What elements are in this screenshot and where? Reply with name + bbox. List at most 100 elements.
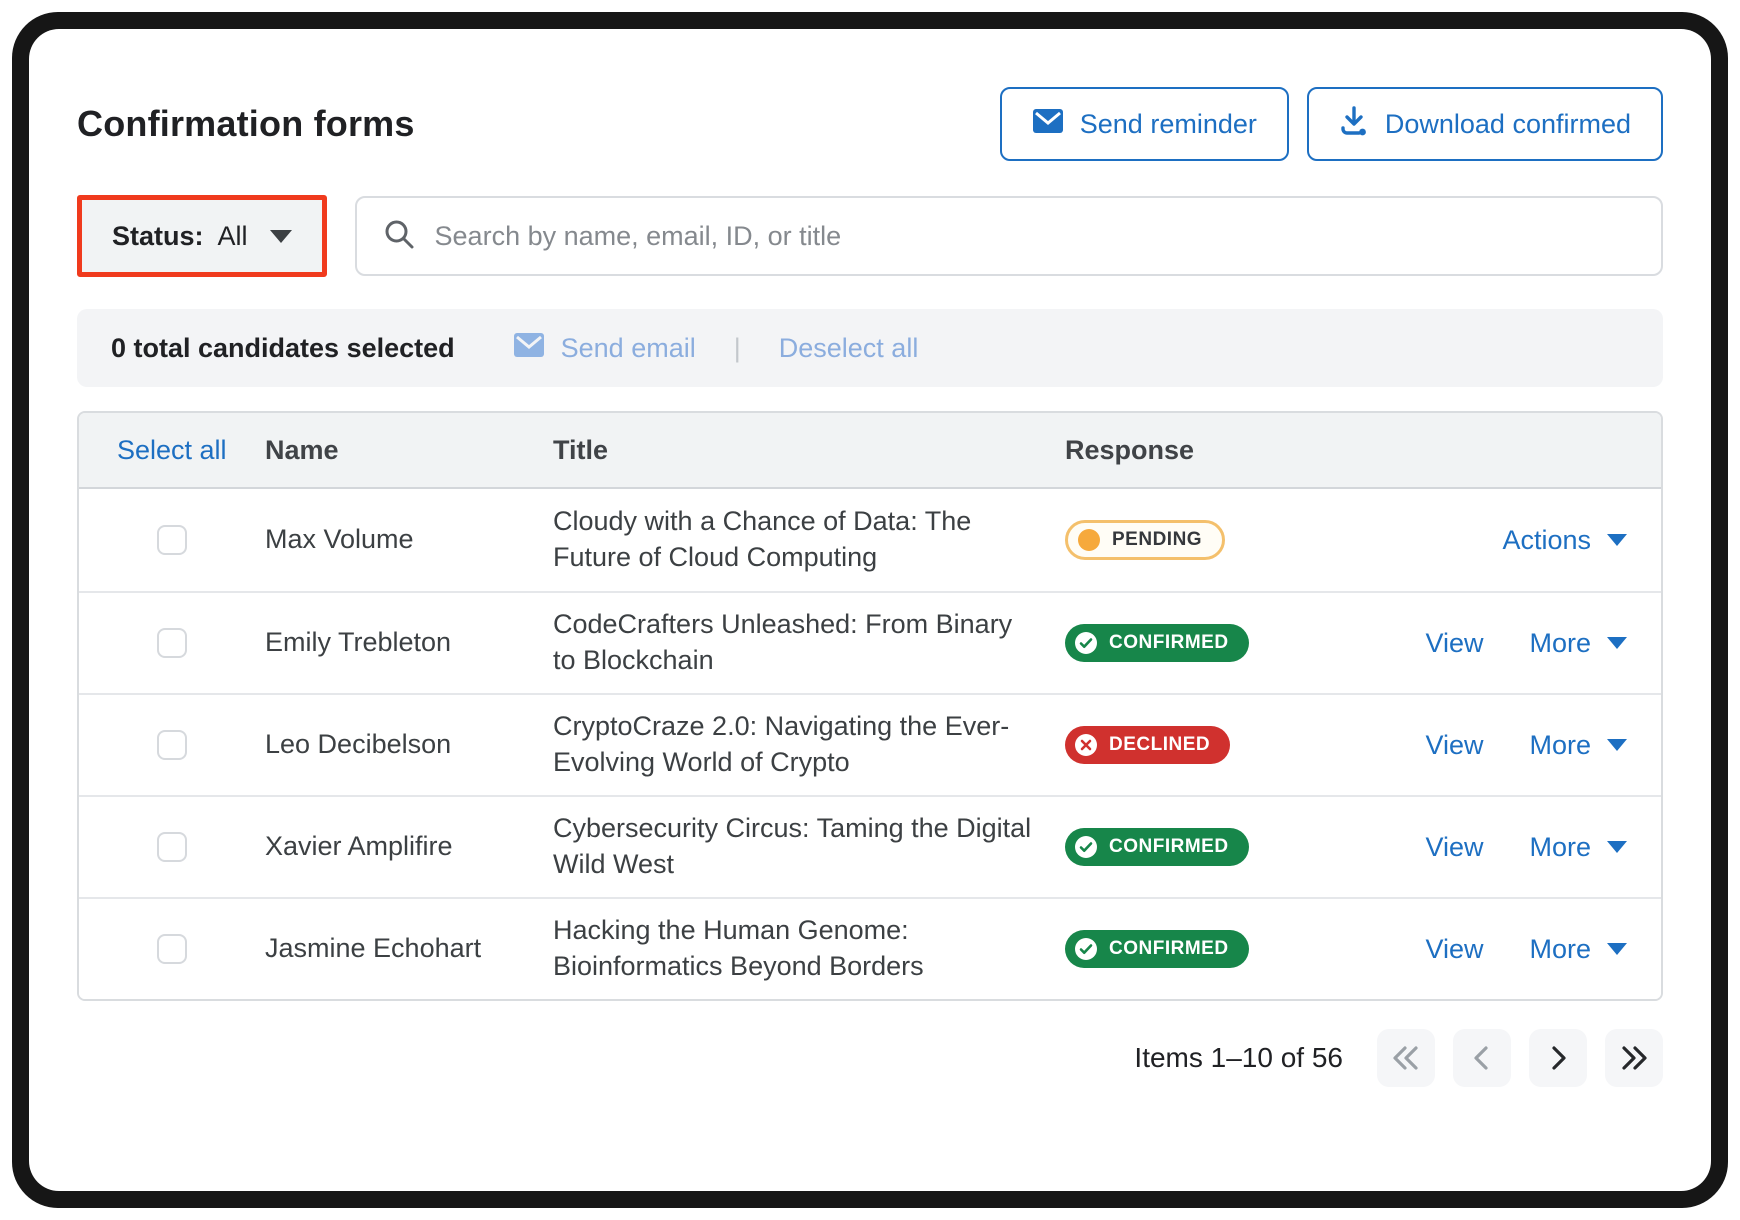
row-checkbox[interactable] <box>157 832 187 862</box>
table-row: Emily Trebleton CodeCrafters Unleashed: … <box>79 591 1661 693</box>
candidate-name: Max Volume <box>265 522 553 558</box>
row-actions: View More <box>1281 934 1661 965</box>
select-all-link[interactable]: Select all <box>79 435 265 466</box>
action-label: Actions <box>1502 525 1591 556</box>
caret-down-icon <box>1607 739 1627 751</box>
table-body: Max Volume Cloudy with a Chance of Data:… <box>79 489 1661 999</box>
search-box <box>355 196 1663 276</box>
table-row: Leo Decibelson CryptoCraze 2.0: Navigati… <box>79 693 1661 795</box>
status-filter-value: All <box>218 221 248 252</box>
send-reminder-label: Send reminder <box>1080 109 1257 140</box>
last-page-button[interactable] <box>1605 1029 1663 1087</box>
view-link[interactable]: View <box>1425 832 1483 863</box>
status-filter-dropdown[interactable]: Status: All <box>82 200 322 272</box>
view-link[interactable]: View <box>1425 934 1483 965</box>
send-email-link[interactable]: Send email <box>513 332 696 365</box>
action-label: View <box>1425 832 1483 863</box>
more-link[interactable]: More <box>1529 628 1627 659</box>
status-badge: PENDING <box>1065 520 1225 560</box>
page-title: Confirmation forms <box>77 103 415 145</box>
page-header: Confirmation forms Send reminder Downloa… <box>77 87 1663 161</box>
selection-summary: 0 total candidates selected <box>111 333 455 364</box>
talk-title: CodeCrafters Unleashed: From Binary to B… <box>553 607 1065 678</box>
status-badge: DECLINED <box>1065 726 1230 764</box>
action-label: View <box>1425 730 1483 761</box>
table-header: Select all Name Title Response <box>79 413 1661 489</box>
column-header-response: Response <box>1065 435 1281 466</box>
check-circle-icon <box>1074 937 1098 961</box>
row-actions: Actions <box>1281 525 1661 556</box>
talk-title: Cybersecurity Circus: Taming the Digital… <box>553 811 1065 882</box>
table-row: Jasmine Echohart Hacking the Human Genom… <box>79 897 1661 999</box>
status-badge: CONFIRMED <box>1065 828 1249 866</box>
check-circle-icon <box>1074 631 1098 655</box>
row-actions: View More <box>1281 730 1661 761</box>
search-input[interactable] <box>435 221 1635 252</box>
divider: | <box>734 333 741 364</box>
view-link[interactable]: View <box>1425 628 1483 659</box>
row-checkbox[interactable] <box>157 525 187 555</box>
row-checkbox[interactable] <box>157 628 187 658</box>
pagination: Items 1–10 of 56 <box>77 1029 1663 1087</box>
status-label: PENDING <box>1112 529 1202 551</box>
send-reminder-button[interactable]: Send reminder <box>1000 87 1289 161</box>
download-confirmed-label: Download confirmed <box>1385 109 1631 140</box>
row-actions: View More <box>1281 832 1661 863</box>
column-header-name: Name <box>265 435 553 466</box>
caret-down-icon <box>270 230 292 243</box>
candidate-name: Jasmine Echohart <box>265 931 553 967</box>
row-actions: View More <box>1281 628 1661 659</box>
row-checkbox[interactable] <box>157 730 187 760</box>
candidates-table: Select all Name Title Response Max Volum… <box>77 411 1663 1001</box>
pagination-label: Items 1–10 of 56 <box>1134 1042 1343 1074</box>
actions-link[interactable]: Actions <box>1502 525 1627 556</box>
filter-row: Status: All <box>77 195 1663 277</box>
action-label: More <box>1529 934 1591 965</box>
status-label: CONFIRMED <box>1109 938 1229 960</box>
next-page-button[interactable] <box>1529 1029 1587 1087</box>
download-icon <box>1339 106 1369 143</box>
candidate-name: Leo Decibelson <box>265 727 553 763</box>
view-link[interactable]: View <box>1425 730 1483 761</box>
first-page-button[interactable] <box>1377 1029 1435 1087</box>
x-circle-icon <box>1074 733 1098 757</box>
status-badge: CONFIRMED <box>1065 624 1249 662</box>
status-label: CONFIRMED <box>1109 836 1229 858</box>
row-checkbox[interactable] <box>157 934 187 964</box>
caret-down-icon <box>1607 841 1627 853</box>
talk-title: CryptoCraze 2.0: Navigating the Ever-Evo… <box>553 709 1065 780</box>
send-email-label: Send email <box>561 333 696 364</box>
more-link[interactable]: More <box>1529 832 1627 863</box>
status-filter-label: Status: <box>112 221 204 252</box>
column-header-title: Title <box>553 435 1065 466</box>
status-label: DECLINED <box>1109 734 1210 756</box>
candidate-name: Emily Trebleton <box>265 625 553 661</box>
status-badge: CONFIRMED <box>1065 930 1249 968</box>
action-label: View <box>1425 628 1483 659</box>
pending-dot-icon <box>1078 529 1100 551</box>
deselect-all-label: Deselect all <box>779 333 919 364</box>
table-row: Max Volume Cloudy with a Chance of Data:… <box>79 489 1661 591</box>
download-confirmed-button[interactable]: Download confirmed <box>1307 87 1663 161</box>
action-label: View <box>1425 934 1483 965</box>
more-link[interactable]: More <box>1529 730 1627 761</box>
action-label: More <box>1529 730 1591 761</box>
selection-bar: 0 total candidates selected Send email |… <box>77 309 1663 387</box>
talk-title: Hacking the Human Genome: Bioinformatics… <box>553 913 1065 984</box>
header-actions: Send reminder Download confirmed <box>1000 87 1663 161</box>
action-label: More <box>1529 832 1591 863</box>
check-circle-icon <box>1074 835 1098 859</box>
prev-page-button[interactable] <box>1453 1029 1511 1087</box>
window-frame: Confirmation forms Send reminder Downloa… <box>12 12 1728 1208</box>
caret-down-icon <box>1607 637 1627 649</box>
confirmation-forms-panel: Confirmation forms Send reminder Downloa… <box>29 29 1711 1191</box>
envelope-icon <box>1032 108 1064 141</box>
status-label: CONFIRMED <box>1109 632 1229 654</box>
more-link[interactable]: More <box>1529 934 1627 965</box>
deselect-all-link[interactable]: Deselect all <box>779 333 919 364</box>
talk-title: Cloudy with a Chance of Data: The Future… <box>553 504 1065 575</box>
status-filter-highlight: Status: All <box>77 195 327 277</box>
search-icon <box>383 218 415 255</box>
action-label: More <box>1529 628 1591 659</box>
envelope-icon <box>513 332 545 365</box>
